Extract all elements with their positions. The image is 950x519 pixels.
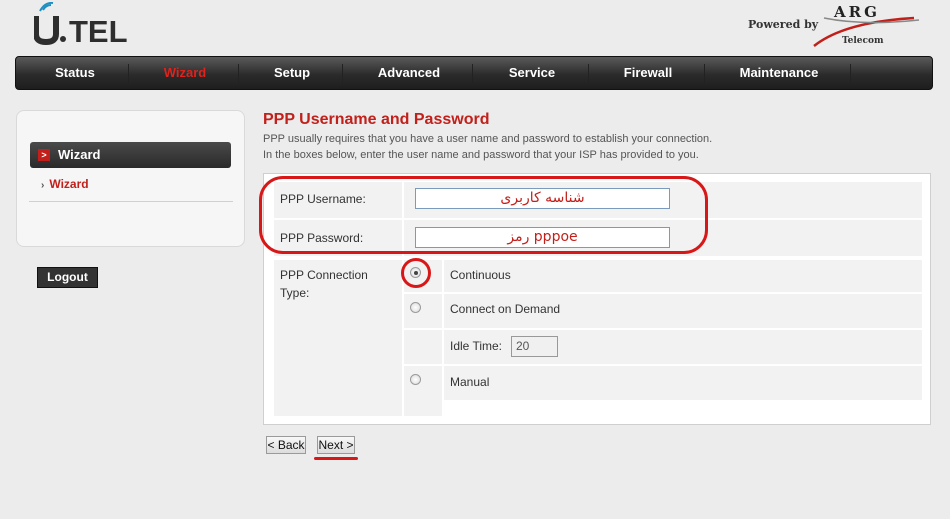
radio-cell (404, 330, 442, 364)
nav-divider (850, 64, 851, 83)
radio-cell (404, 366, 442, 416)
next-button[interactable]: Next > (317, 436, 355, 454)
header: TEL Powered by ARG Telecom (0, 0, 950, 56)
sidebar-item-wizard[interactable]: › Wizard (41, 177, 89, 191)
nav-divider (472, 64, 473, 83)
nav-wizard[interactable]: Wizard (130, 57, 240, 89)
annotation-circle (401, 258, 431, 288)
sidebar-header: > Wizard (30, 142, 231, 168)
nav-service[interactable]: Service (474, 57, 590, 89)
option-connect-on-demand-label: Connect on Demand (450, 302, 561, 316)
sidebar-item-label: Wizard (49, 177, 89, 191)
brand-sub: Telecom (842, 36, 884, 46)
description-line-2: In the boxes below, enter the user name … (263, 149, 699, 161)
logout-button[interactable]: Logout (37, 267, 98, 288)
sidebar-divider (29, 201, 233, 202)
utel-logo: TEL (34, 2, 149, 46)
nav-advanced[interactable]: Advanced (344, 57, 474, 89)
radio-manual[interactable] (410, 374, 421, 385)
chevron-right-icon: > (38, 149, 50, 161)
description-line-1: PPP usually requires that you have a use… (263, 133, 713, 145)
nav-maintenance[interactable]: Maintenance (706, 57, 852, 89)
arg-telecom-logo: Powered by ARG Telecom (744, 2, 924, 48)
conn-type-label-line-1: PPP Connection (280, 268, 368, 282)
brand-powered-text: Powered by (748, 18, 819, 31)
sidebar: > Wizard › Wizard (16, 110, 245, 247)
svg-text:TEL: TEL (69, 14, 128, 46)
option-cell (444, 366, 922, 400)
nav-divider (588, 64, 589, 83)
option-continuous-label: Continuous (450, 268, 511, 282)
conn-type-label-cell (274, 260, 402, 416)
annotation-underline (314, 457, 358, 460)
idle-time-label: Idle Time: (450, 339, 503, 353)
nav-status[interactable]: Status (16, 57, 134, 89)
brand-name: ARG (834, 3, 880, 21)
nav-divider (704, 64, 705, 83)
nav-divider (128, 64, 129, 83)
back-button[interactable]: < Back (266, 436, 306, 454)
nav-setup[interactable]: Setup (240, 57, 344, 89)
nav-divider (238, 64, 239, 83)
nav-firewall[interactable]: Firewall (590, 57, 706, 89)
main-nav: Status Wizard Setup Advanced Service Fir… (15, 56, 933, 90)
annotation-oval (259, 176, 708, 254)
radio-connect-on-demand[interactable] (410, 302, 421, 313)
nav-divider (342, 64, 343, 83)
option-manual-label: Manual (450, 375, 490, 389)
conn-type-label-line-2: Type: (280, 286, 310, 300)
page-description: PPP usually requires that you have a use… (263, 131, 712, 163)
idle-time-input[interactable]: 20 (511, 336, 558, 357)
page-title: PPP Username and Password (263, 111, 490, 128)
bullet-arrow-icon: › (41, 180, 45, 191)
radio-cell (404, 294, 442, 328)
sidebar-header-label: Wizard (58, 147, 101, 162)
option-cell (444, 260, 922, 292)
